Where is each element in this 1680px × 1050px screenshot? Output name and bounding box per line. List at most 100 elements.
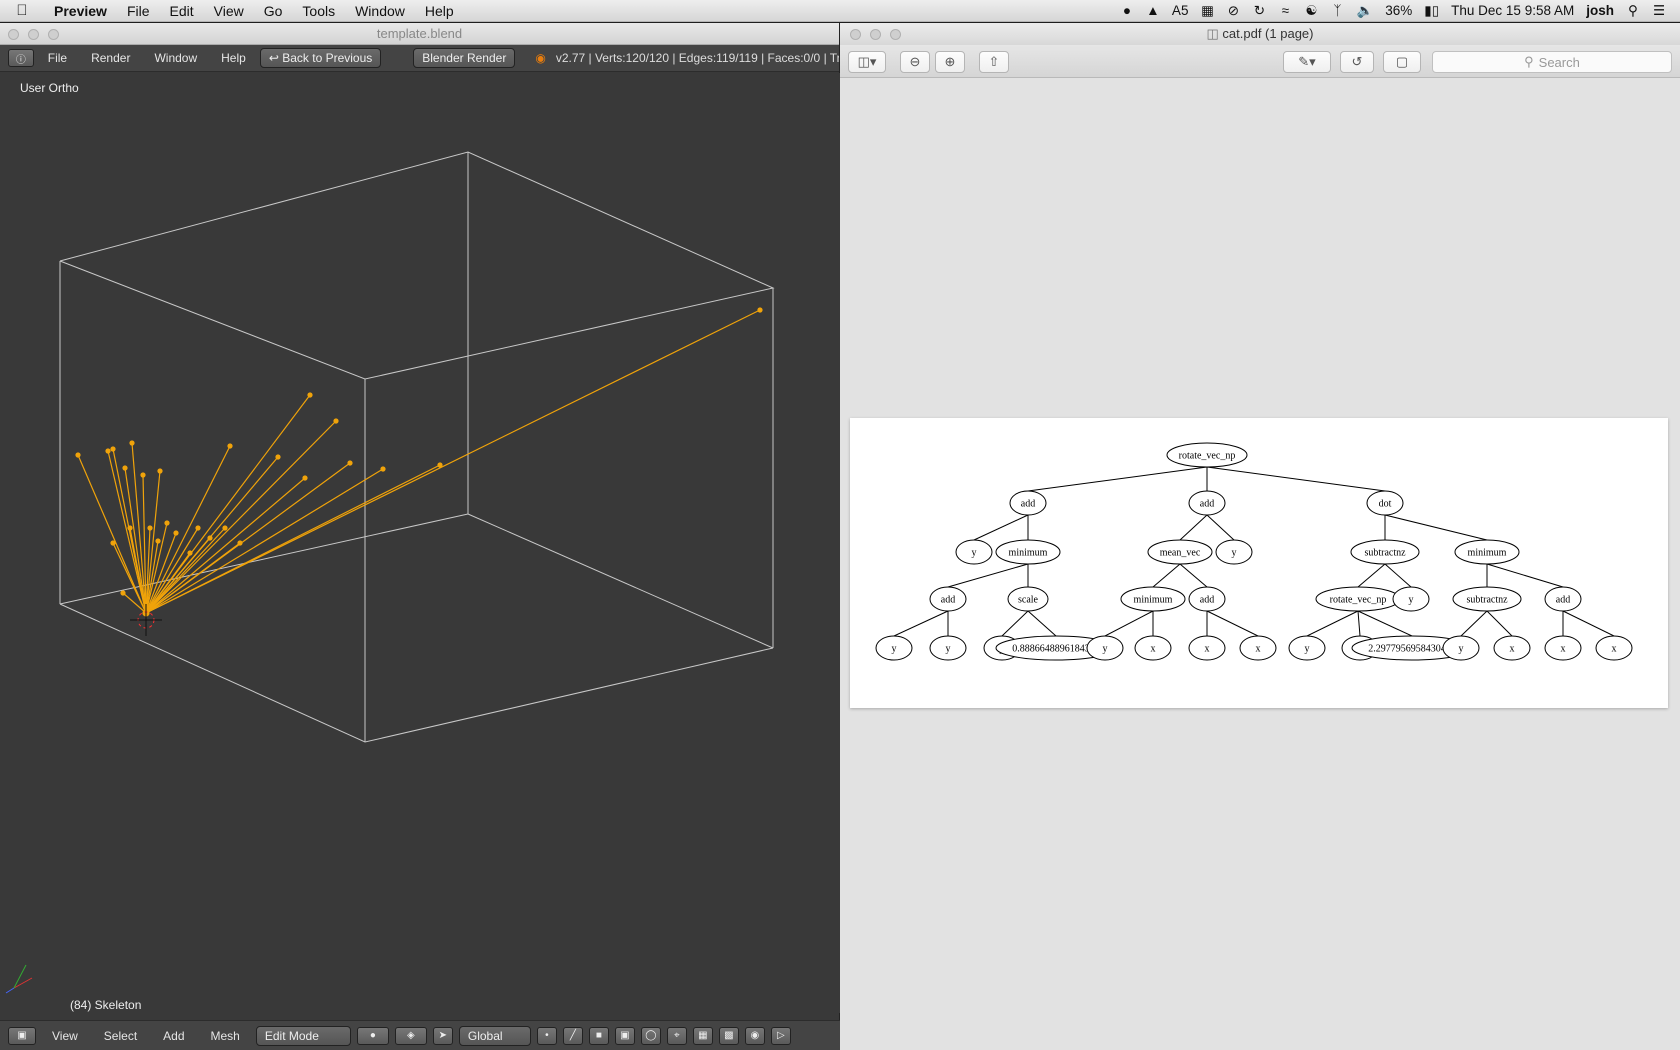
adobe-icon[interactable]: A5 (1172, 3, 1189, 18)
blender-logo-icon: ◉ (535, 51, 546, 65)
info-menu-window[interactable]: Window (144, 51, 207, 65)
messages-icon[interactable]: ● (1120, 3, 1134, 18)
tree-edge (1357, 563, 1386, 588)
manipulator-icon[interactable]: ➤ (432, 1026, 453, 1045)
footer-menu-select[interactable]: Select (94, 1029, 147, 1043)
menu-tools[interactable]: Tools (292, 3, 345, 19)
menu-help[interactable]: Help (415, 3, 464, 19)
time-machine-icon[interactable]: ↻ (1252, 3, 1266, 19)
tree-node-label: y (972, 548, 977, 559)
search-placeholder: Search (1538, 54, 1580, 70)
clock[interactable]: Thu Dec 15 9:58 AM (1451, 3, 1574, 18)
adobe-count: 5 (1180, 3, 1189, 18)
layers-icon[interactable]: ▩ (718, 1026, 739, 1045)
bluetooth-icon[interactable]: ᛉ (1330, 3, 1344, 18)
footer-menu-mesh[interactable]: Mesh (201, 1029, 250, 1043)
back-icon: ↩ (268, 51, 283, 65)
tree-node-label: add (1200, 499, 1214, 510)
document-area[interactable]: rotate_vec_np add add dot y minimum mean_vec y s… (840, 78, 1680, 1050)
notification-center-icon[interactable]: ☰ (1652, 3, 1666, 19)
close-button[interactable] (8, 29, 19, 40)
tree-node-label: minimum (1134, 595, 1173, 606)
render-preview-icon[interactable]: ◉ (744, 1026, 765, 1045)
markup-pen-icon[interactable]: ✎▾ (1283, 51, 1331, 73)
tree-edge (1152, 563, 1181, 588)
tree-node-label: x (1256, 644, 1261, 655)
accessibility-icon[interactable]: ☯ (1304, 3, 1318, 19)
minimize-button[interactable] (870, 29, 881, 40)
minimize-button[interactable] (28, 29, 39, 40)
tree-edge (1206, 610, 1259, 637)
close-button[interactable] (850, 29, 861, 40)
zoom-out-icon[interactable]: ⊖ (900, 51, 930, 73)
share-icon[interactable]: ⇧ (979, 51, 1009, 73)
tree-node-label: add (1021, 499, 1035, 510)
tree-edge (1104, 610, 1154, 637)
expression-tree-diagram: rotate_vec_npadd add doty minimum mean_vec y s… (875, 442, 1633, 661)
camera-icon[interactable]: ▷ (770, 1026, 791, 1045)
editor-type-info-icon[interactable]: ⓘ (8, 49, 34, 67)
shading-select-icon[interactable]: ● (356, 1026, 389, 1045)
tree-node-label: x (1510, 644, 1515, 655)
user-menu[interactable]: josh (1586, 3, 1614, 18)
pivot-select-icon[interactable]: ◈ (394, 1026, 427, 1045)
app-menu-preview[interactable]: Preview (44, 3, 117, 19)
wifi-icon[interactable]: ≈ (1278, 3, 1292, 18)
menu-go[interactable]: Go (254, 3, 293, 19)
battery-icon[interactable]: ▮▯ (1424, 3, 1439, 19)
menu-file[interactable]: File (117, 3, 160, 19)
volume-icon[interactable]: 🔈 (1356, 3, 1373, 19)
mode-select[interactable]: Edit Mode (255, 1025, 351, 1046)
preview-window: ◫ cat.pdf (1 page) ◫▾ ⊖ ⊕ ⇧ ✎▾ ↺ ▢ ⚲ Sea… (840, 23, 1680, 1050)
orientation-select[interactable]: Global (458, 1025, 531, 1046)
render-engine-select[interactable]: Blender Render (413, 48, 516, 68)
zoom-in-icon[interactable]: ⊕ (935, 51, 965, 73)
display-icon[interactable]: ▦ (1200, 3, 1214, 19)
macos-menu-bar:  Preview File Edit View Go Tools Window… (0, 0, 1680, 22)
view-label: User Ortho (20, 81, 79, 95)
tree-edge (1486, 610, 1513, 637)
sidebar-toggle-icon[interactable]: ◫▾ (848, 51, 886, 73)
viewport-canvas[interactable] (0, 73, 840, 1013)
vertex-select-icon[interactable]: • (536, 1026, 557, 1045)
editor-type-3d-icon[interactable]: ▣ (8, 1026, 36, 1045)
menu-edit[interactable]: Edit (160, 3, 204, 19)
apple-menu-icon[interactable]:  (0, 2, 44, 19)
spotlight-icon[interactable]: ⚲ (1626, 3, 1640, 19)
snap-icon[interactable]: ⌖ (666, 1026, 687, 1045)
blender-window: template.blend ⓘ File Render Window Help… (0, 23, 840, 1050)
skeleton-mesh (75, 307, 763, 617)
info-menu-file[interactable]: File (38, 51, 77, 65)
info-menu-help[interactable]: Help (211, 51, 256, 65)
battery-percent[interactable]: 36% (1385, 3, 1412, 18)
rotate-icon[interactable]: ↺ (1340, 51, 1374, 73)
3d-viewport[interactable]: User Ortho (84) Skeleton (0, 73, 840, 1013)
tree-node-label: scale (1018, 595, 1039, 606)
markup-toolbox-icon[interactable]: ▢ (1383, 51, 1421, 73)
footer-menu-add[interactable]: Add (153, 1029, 194, 1043)
tree-node-label: subtractnz (1364, 548, 1406, 559)
snap-element-icon[interactable]: ▦ (692, 1026, 713, 1045)
search-field[interactable]: ⚲ Search (1432, 51, 1672, 73)
back-to-previous-button[interactable]: ↩ Back to Previous (259, 48, 382, 68)
menu-window[interactable]: Window (345, 3, 415, 19)
pdf-page[interactable]: rotate_vec_np add add dot y minimum mean_vec y s… (850, 418, 1668, 708)
tree-edge (1357, 610, 1413, 637)
proportional-edit-icon[interactable]: ◯ (640, 1026, 661, 1045)
tree-node-label: rotate_vec_np (1330, 595, 1387, 606)
tree-edge (893, 610, 949, 637)
tree-edge (1306, 610, 1359, 637)
status-area: ● ▲ A5 ▦ ⊘ ↻ ≈ ☯ ᛉ 🔈 36% ▮▯ Thu Dec 15 9… (1120, 3, 1680, 19)
face-select-icon[interactable]: ■ (588, 1026, 609, 1045)
drive-icon[interactable]: ▲ (1146, 3, 1160, 18)
preview-window-title: cat.pdf (1 page) (1222, 26, 1314, 41)
no-entry-icon[interactable]: ⊘ (1226, 3, 1240, 19)
info-menu-render[interactable]: Render (81, 51, 140, 65)
zoom-button[interactable] (48, 29, 59, 40)
occlude-icon[interactable]: ▣ (614, 1026, 635, 1045)
menu-view[interactable]: View (204, 3, 254, 19)
edge-select-icon[interactable]: ╱ (562, 1026, 583, 1045)
zoom-button[interactable] (890, 29, 901, 40)
footer-menu-view[interactable]: View (42, 1029, 88, 1043)
tree-node-label: add (941, 595, 955, 606)
